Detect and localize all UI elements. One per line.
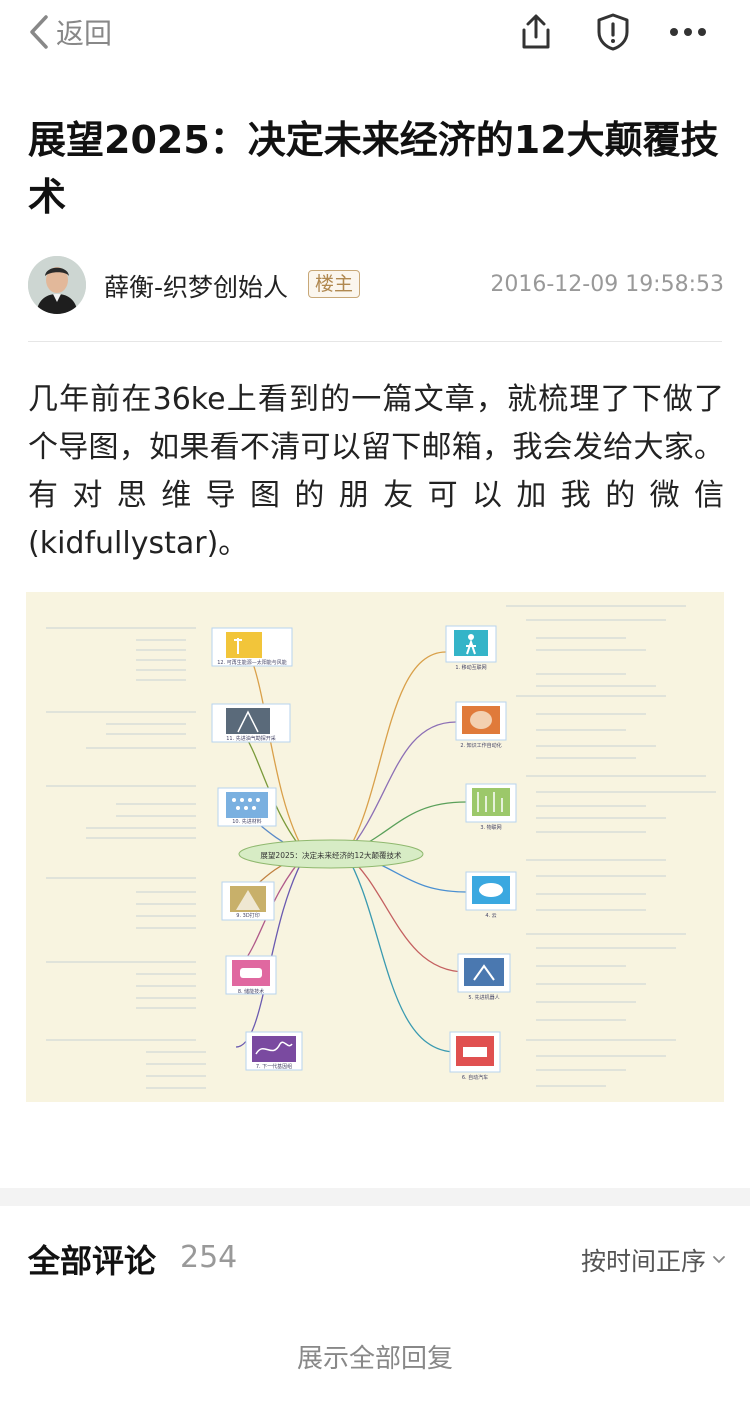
op-badge: 楼主 bbox=[308, 270, 361, 298]
comments-count: 254 bbox=[180, 1240, 238, 1275]
mindmap-node-11: 11. 先进油气勘探开采 bbox=[211, 703, 291, 743]
shield-alert-icon[interactable] bbox=[593, 12, 633, 52]
chevron-down-icon bbox=[713, 1256, 725, 1264]
author-name[interactable]: 薛衡-织梦创始人 bbox=[104, 268, 288, 304]
mindmap-node-9-label: 9. 3D打印 bbox=[236, 912, 259, 919]
chevron-left-icon bbox=[30, 15, 48, 49]
back-button[interactable]: 返回 bbox=[28, 12, 112, 52]
mindmap-node-7: 7. 下一代基因组 bbox=[245, 1031, 303, 1071]
mindmap-node-8: 8. 储能技术 bbox=[225, 955, 277, 995]
mindmap-node-3-label: 3. 物联网 bbox=[480, 824, 501, 831]
divider bbox=[28, 341, 722, 342]
mindmap-node-11-label: 11. 先进油气勘探开采 bbox=[226, 735, 276, 742]
comments-title: 全部评论 bbox=[28, 1242, 157, 1280]
mindmap-node-7-label: 7. 下一代基因组 bbox=[256, 1063, 292, 1070]
mindmap-node-9: 9. 3D打印 bbox=[221, 881, 275, 921]
post-timestamp: 2016-12-09 19:58:53 bbox=[490, 272, 724, 297]
mindmap-node-12: 12. 可再生能源—太阳能与风能 bbox=[211, 627, 293, 667]
avatar[interactable] bbox=[28, 256, 86, 314]
mindmap-node-5-label: 5. 先进机器人 bbox=[468, 994, 499, 1001]
mindmap-node-10: 10. 先进材料 bbox=[217, 787, 277, 827]
mindmap-node-10-label: 10. 先进材料 bbox=[232, 818, 262, 825]
mindmap-node-6-label: 6. 自动汽车 bbox=[462, 1074, 488, 1081]
post-title: 展望2025：决定未来经济的12大颠覆技术 bbox=[28, 118, 719, 219]
mindmap-node-2-label: 2. 知识工作自动化 bbox=[460, 742, 501, 749]
top-navbar: 返回 bbox=[0, 0, 750, 64]
more-dots-icon[interactable] bbox=[668, 12, 708, 52]
back-label: 返回 bbox=[56, 17, 113, 50]
mindmap-node-4-label: 4. 云 bbox=[485, 913, 496, 919]
sort-order-label: 按时间正序 bbox=[580, 1247, 706, 1276]
mindmap-node-1-label: 1. 移动互联网 bbox=[455, 664, 486, 671]
sort-order-button[interactable]: 按时间正序 bbox=[581, 1242, 726, 1278]
author-row: 薛衡-织梦创始人 楼主 2016-12-09 19:58:53 bbox=[28, 256, 724, 316]
mindmap-node-8-label: 8. 储能技术 bbox=[238, 988, 264, 995]
show-all-replies-button[interactable]: 展示全部回复 bbox=[0, 1338, 750, 1375]
section-separator bbox=[0, 1188, 750, 1206]
mindmap-center-label: 展望2025：决定未来经济的12大颠覆技术 bbox=[260, 850, 402, 860]
mindmap-image[interactable]: 展望2025：决定未来经济的12大颠覆技术 1. 移动互联网 2. 知识工作自动… bbox=[26, 592, 724, 1102]
share-icon[interactable] bbox=[516, 12, 556, 52]
post-body: 几年前在36ke上看到的一篇文章，就梳理了下做了个导图，如果看不清可以留下邮箱，… bbox=[28, 382, 724, 561]
mindmap-node-12-label: 12. 可再生能源—太阳能与风能 bbox=[217, 659, 287, 666]
